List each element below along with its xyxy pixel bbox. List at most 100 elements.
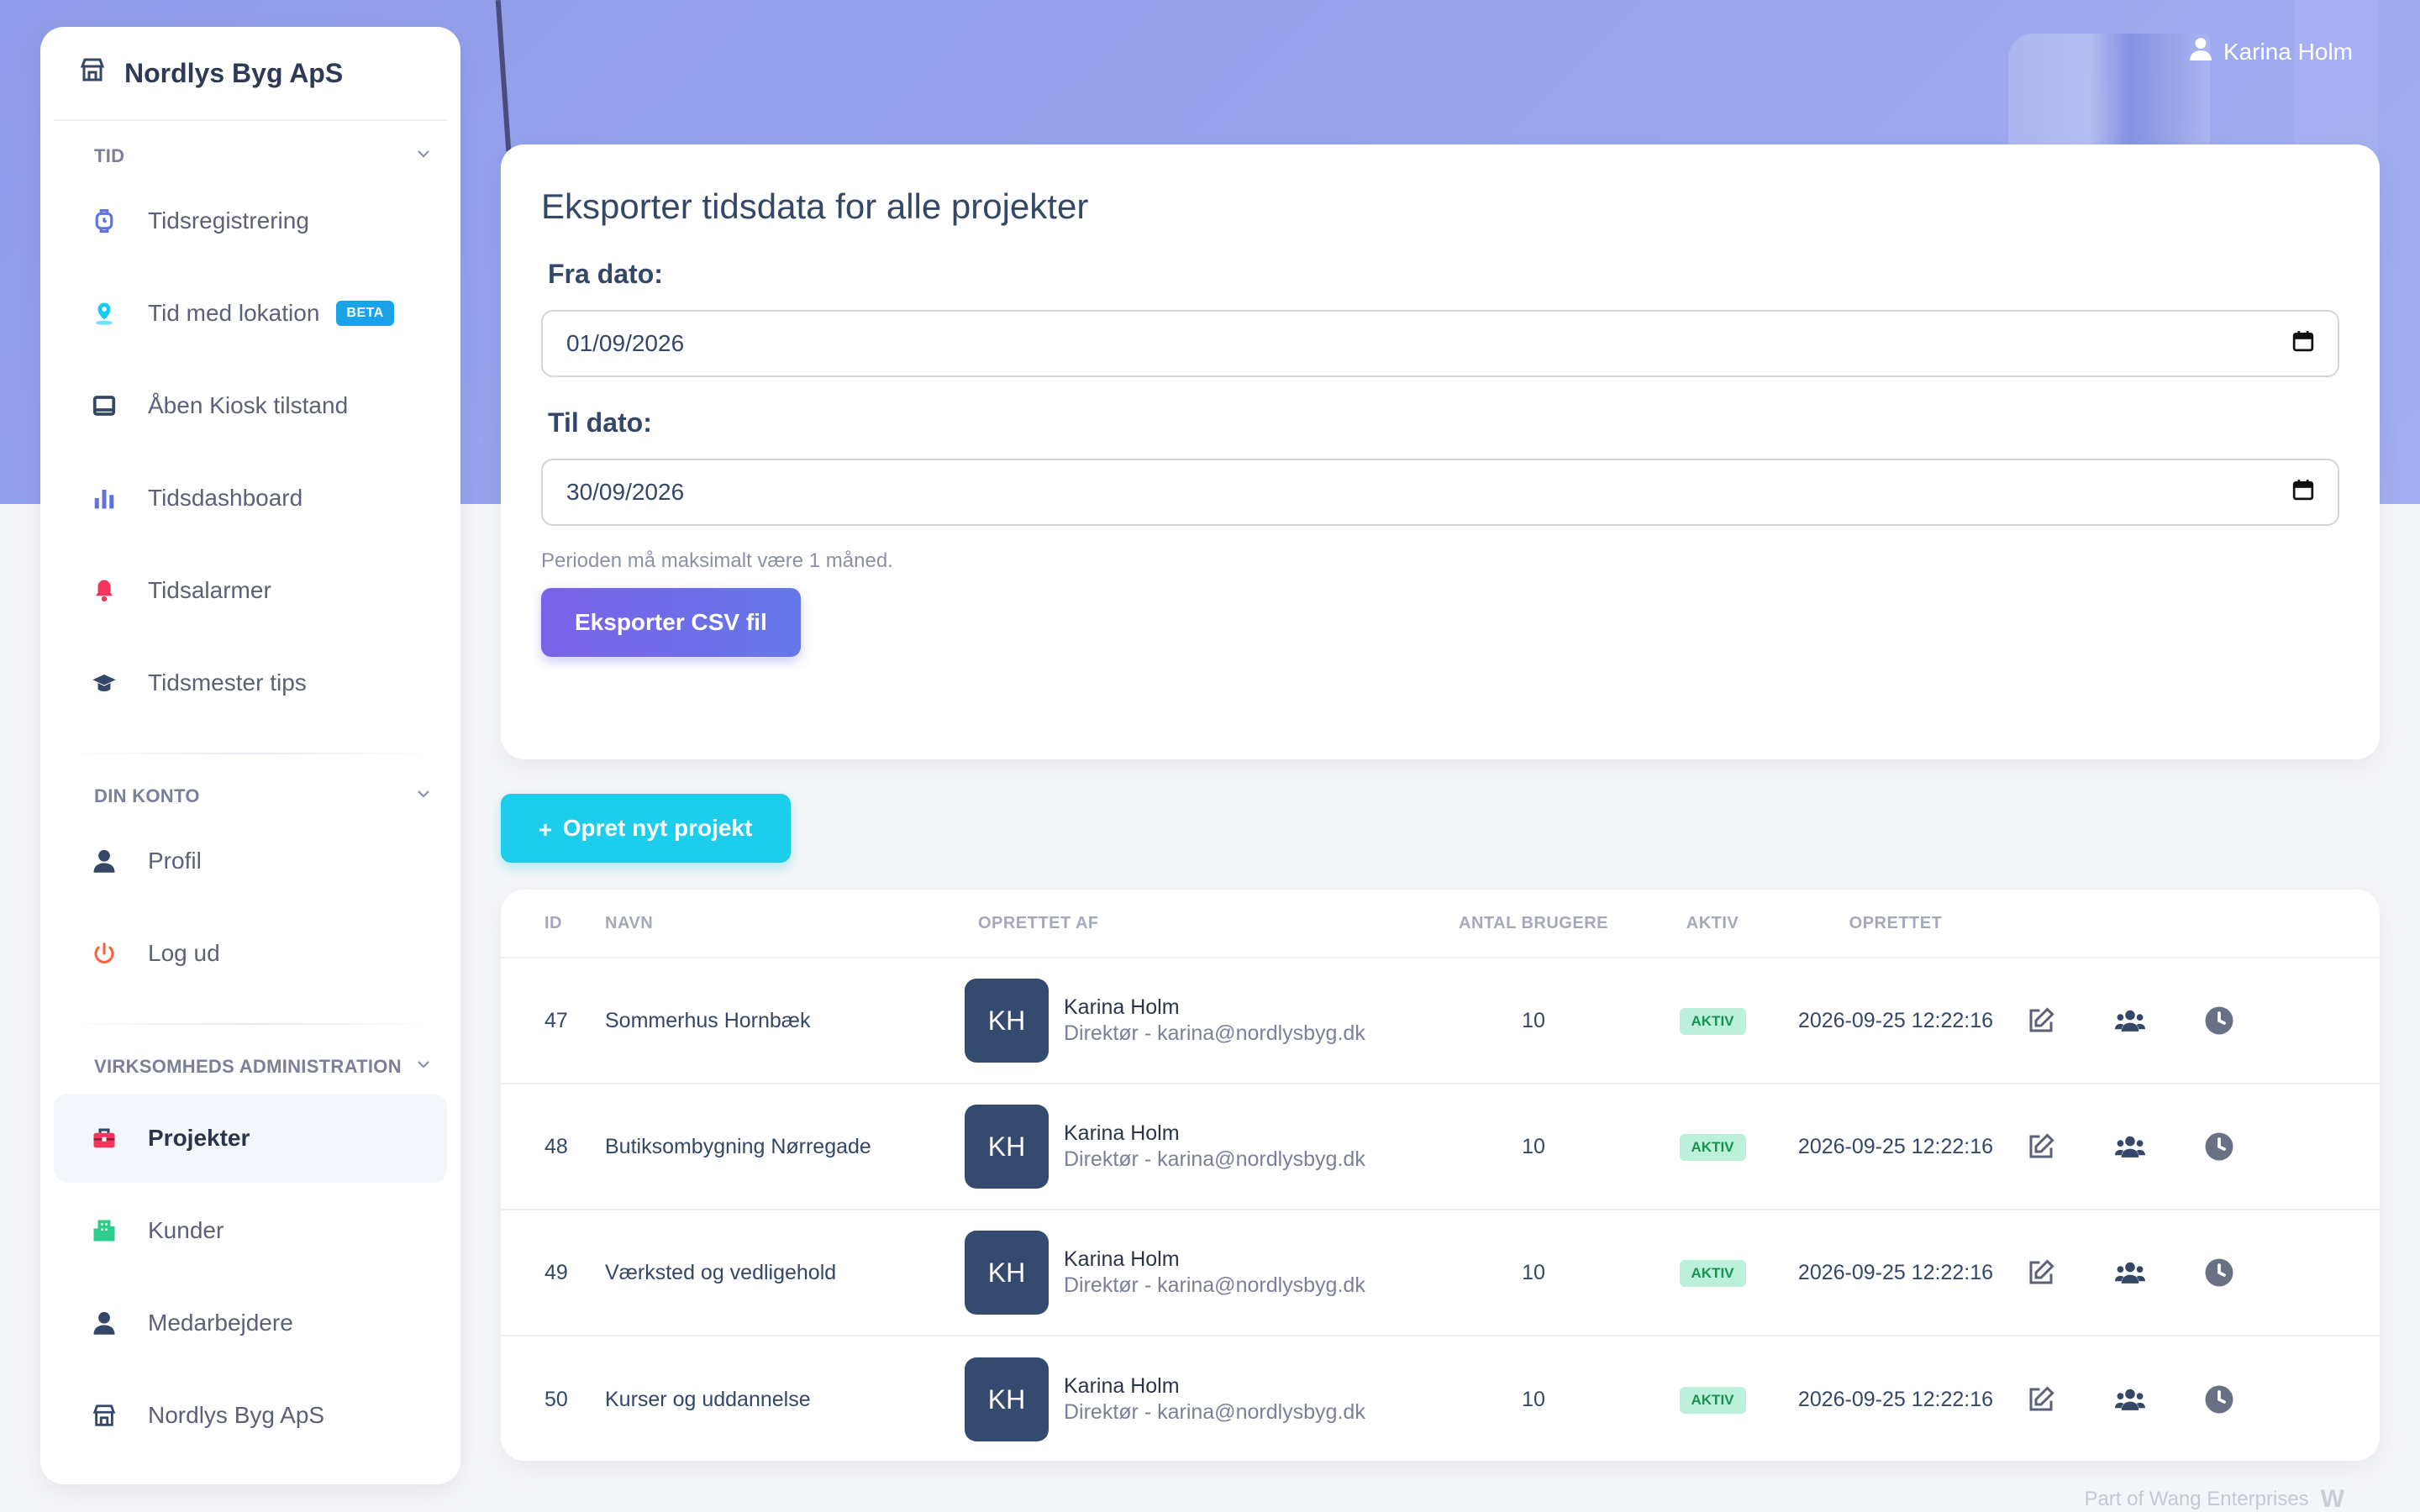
column-header-id[interactable]: ID <box>501 914 605 933</box>
edit-icon[interactable] <box>1996 1257 2086 1288</box>
sidebar-item-kunder[interactable]: Kunder <box>54 1186 447 1275</box>
column-header-active[interactable]: AKTIV <box>1630 914 1795 933</box>
sidebar-item-tidsalarmer[interactable]: Tidsalarmer <box>54 546 447 635</box>
edit-icon[interactable] <box>1996 1384 2086 1415</box>
sidebar-item-nordlys-byg-aps[interactable]: Nordlys Byg ApS <box>54 1371 447 1460</box>
cell-name: Værksted og vedligehold <box>605 1260 837 1284</box>
cell-created: 2026-09-25 12:22:16 <box>1797 1134 1994 1158</box>
table-row: 50 Kurser og uddannelse KH Karina Holm D… <box>501 1336 2380 1461</box>
sidebar-item-label: Profil <box>148 848 202 874</box>
table-row: 49 Værksted og vedligehold KH Karina Hol… <box>501 1210 2380 1336</box>
export-card: Eksporter tidsdata for alle projekter Fr… <box>501 144 2380 759</box>
creator-info: Karina Holm Direktør - karina@nordlysbyg… <box>1064 1247 1365 1298</box>
edit-icon[interactable] <box>1996 1131 2086 1162</box>
create-project-button[interactable]: Opret nyt projekt <box>501 794 791 863</box>
sidebar-item-medarbejdere[interactable]: Medarbejdere <box>54 1278 447 1368</box>
from-date-input[interactable]: 01/09/2026 <box>541 310 2339 377</box>
clock-icon[interactable] <box>2175 1257 2264 1288</box>
sidebar-item-profil[interactable]: Profil <box>54 816 447 906</box>
bell-icon <box>91 577 118 604</box>
clock-icon[interactable] <box>2175 1131 2264 1162</box>
wang-logo-icon: W <box>2320 1485 2344 1512</box>
period-hint: Perioden må maksimalt være 1 måned. <box>541 549 893 572</box>
sidebar-item-label: Åben Kiosk tilstand <box>148 392 349 418</box>
edit-icon[interactable] <box>1996 1005 2086 1036</box>
creator-info: Karina Holm Direktør - karina@nordlysbyg… <box>1064 995 1365 1046</box>
sidebar-section-1[interactable]: DIN KONTO <box>40 780 460 813</box>
calendar-icon[interactable] <box>2292 330 2314 358</box>
graduation-cap-icon <box>91 669 118 696</box>
sidebar-section-0[interactable]: TID <box>40 139 460 173</box>
users-icon[interactable] <box>2086 1257 2175 1288</box>
sidebar-item-åben-kiosk-tilstand[interactable]: Åben Kiosk tilstand <box>54 361 447 450</box>
plus-icon <box>539 815 551 842</box>
beta-badge: BETA <box>336 301 394 326</box>
sidebar-item-label: Log ud <box>148 940 220 966</box>
footer: Part of Wang Enterprises W <box>2084 1485 2344 1512</box>
cell-active: AKTIV <box>1630 1386 1795 1414</box>
column-header-created-by[interactable]: OPRETTET AF <box>965 914 1437 933</box>
cell-id: 50 <box>544 1387 568 1411</box>
sidebar-item-tidsdashboard[interactable]: Tidsdashboard <box>54 454 447 543</box>
sidebar-item-label: Nordlys Byg ApS <box>148 1402 325 1428</box>
calendar-icon[interactable] <box>2292 479 2314 507</box>
cell-created: 2026-09-25 12:22:16 <box>1797 1260 1994 1284</box>
table-row: 47 Sommerhus Hornbæk KH Karina Holm Dire… <box>501 958 2380 1084</box>
user-name: Karina Holm <box>2223 38 2353 65</box>
section-title: VIRKSOMHEDS ADMINISTRATION <box>94 1056 402 1077</box>
cell-name: Kurser og uddannelse <box>605 1387 811 1411</box>
clock-icon[interactable] <box>2175 1005 2264 1036</box>
export-title: Eksporter tidsdata for alle projekter <box>541 186 1089 226</box>
sidebar-item-tidsmester-tips[interactable]: Tidsmester tips <box>54 638 447 727</box>
cell-created: 2026-09-25 12:22:16 <box>1797 1008 1994 1032</box>
chevron-down-icon[interactable] <box>415 785 432 807</box>
sidebar-item-label: Tidsmester tips <box>148 669 307 696</box>
creator-role-email: Direktør - karina@nordlysbyg.dk <box>1064 1400 1365 1424</box>
shop-icon <box>79 56 106 90</box>
cell-users: 10 <box>1522 1134 1545 1158</box>
chevron-down-icon[interactable] <box>415 145 432 167</box>
column-header-users[interactable]: ANTAL BRUGERE <box>1437 914 1630 933</box>
cell-active: AKTIV <box>1630 1007 1795 1035</box>
avatar: KH <box>965 979 1049 1063</box>
sidebar-item-tid-med-lokation[interactable]: Tid med lokation BETA <box>54 269 447 358</box>
status-badge: AKTIV <box>1679 1386 1746 1414</box>
status-badge: AKTIV <box>1679 1007 1746 1035</box>
users-icon[interactable] <box>2086 1131 2175 1162</box>
creator-name: Karina Holm <box>1064 1374 1180 1398</box>
hero-decoration <box>495 0 512 151</box>
hero-decoration <box>2008 34 2210 160</box>
cell-name: Butiksombygning Nørregade <box>605 1134 871 1158</box>
projects-table: ID NAVN OPRETTET AF ANTAL BRUGERE AKTIV … <box>501 890 2380 1461</box>
clock-icon[interactable] <box>2175 1384 2264 1415</box>
users-icon[interactable] <box>2086 1005 2175 1036</box>
column-header-created[interactable]: OPRETTET <box>1795 914 1996 933</box>
sidebar-item-tidsregistrering[interactable]: Tidsregistrering <box>54 176 447 265</box>
from-date-label: Fra dato: <box>548 259 663 289</box>
section-title: TID <box>94 145 125 166</box>
cell-created-by: KH Karina Holm Direktør - karina@nordlys… <box>965 1357 1437 1441</box>
users-icon[interactable] <box>2086 1384 2175 1415</box>
cell-active: AKTIV <box>1630 1259 1795 1287</box>
column-header-name[interactable]: NAVN <box>605 914 965 933</box>
sidebar-item-projekter[interactable]: Projekter <box>54 1094 447 1183</box>
sidebar-section-2[interactable]: VIRKSOMHEDS ADMINISTRATION <box>40 1050 460 1084</box>
sidebar-item-log-ud[interactable]: Log ud <box>54 909 447 998</box>
export-csv-button[interactable]: Eksporter CSV fil <box>541 588 801 657</box>
table-header: ID NAVN OPRETTET AF ANTAL BRUGERE AKTIV … <box>501 890 2380 958</box>
sidebar-item-label: Tidsdashboard <box>148 485 303 511</box>
cell-id: 49 <box>544 1260 568 1284</box>
user-icon <box>91 848 118 874</box>
chevron-down-icon[interactable] <box>415 1056 432 1078</box>
footer-text: Part of Wang Enterprises <box>2084 1488 2309 1510</box>
section-title: DIN KONTO <box>94 785 200 806</box>
user-menu[interactable]: Karina Holm <box>2190 37 2353 66</box>
creator-info: Karina Holm Direktør - karina@nordlysbyg… <box>1064 1374 1365 1425</box>
create-project-label: Opret nyt projekt <box>562 815 753 841</box>
status-badge: AKTIV <box>1679 1259 1746 1287</box>
status-badge: AKTIV <box>1679 1133 1746 1161</box>
shop-icon <box>91 1402 118 1429</box>
to-date-input[interactable]: 30/09/2026 <box>541 459 2339 526</box>
sidebar-item-label: Projekter <box>148 1125 250 1151</box>
brand[interactable]: Nordlys Byg ApS <box>54 27 447 121</box>
